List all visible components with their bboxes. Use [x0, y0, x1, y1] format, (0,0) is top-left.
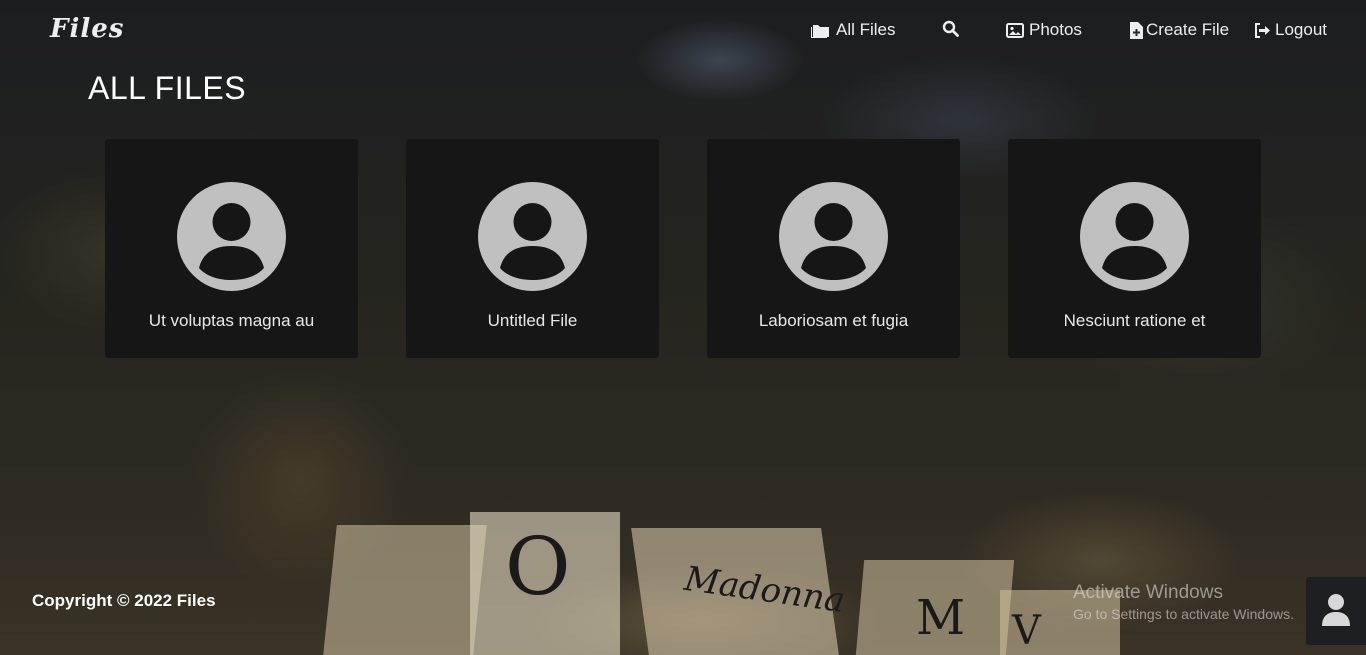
- nav-photos-label: Photos: [1029, 20, 1082, 39]
- user-avatar-icon: [478, 182, 587, 291]
- nav-logout[interactable]: Logout: [1254, 20, 1327, 40]
- background-card: [323, 525, 487, 655]
- nav-photos[interactable]: Photos: [1006, 20, 1082, 40]
- file-title: Ut voluptas magna au: [148, 311, 315, 330]
- file-card[interactable]: Ut voluptas magna au: [105, 139, 358, 358]
- page-title: ALL FILES: [88, 70, 247, 106]
- nav-create-file-label: Create File: [1146, 20, 1230, 39]
- nav-all-files-label: All Files: [836, 20, 896, 39]
- sign-out-icon: [1255, 22, 1270, 38]
- user-icon: [1322, 594, 1350, 626]
- file-card[interactable]: Laboriosam et fugia: [707, 139, 960, 358]
- file-title: Laboriosam et fugia: [758, 311, 909, 330]
- nav-all-files[interactable]: All Files: [810, 20, 896, 40]
- user-widget-button[interactable]: [1306, 577, 1366, 645]
- image-icon: [1006, 22, 1024, 38]
- user-avatar-icon: [1080, 182, 1189, 291]
- file-card[interactable]: Untitled File: [406, 139, 659, 358]
- search-icon: [942, 20, 959, 37]
- copyright-text: Copyright © 2022 Files: [32, 591, 216, 610]
- file-title: Untitled File: [487, 311, 578, 330]
- background-letter: O: [505, 520, 571, 613]
- activate-windows-subtitle: Go to Settings to activate Windows.: [1073, 606, 1294, 622]
- background-letter: V: [1012, 608, 1041, 654]
- file-title: Nesciunt ratione et: [1063, 311, 1206, 330]
- nav-logout-label: Logout: [1275, 20, 1327, 39]
- file-plus-icon: [1130, 21, 1143, 39]
- activate-windows-title: Activate Windows: [1073, 582, 1223, 603]
- user-avatar-icon: [177, 182, 286, 291]
- nav-search[interactable]: [942, 20, 959, 37]
- nav-create-file[interactable]: Create File: [1130, 20, 1229, 40]
- user-avatar-icon: [779, 182, 888, 291]
- background-letter: M: [916, 590, 966, 646]
- folders-icon: [811, 24, 829, 38]
- navbar: Files All Files Photos Create File Logou…: [0, 0, 1366, 60]
- file-card[interactable]: Nesciunt ratione et: [1008, 139, 1261, 358]
- brand-logo[interactable]: Files: [50, 14, 124, 44]
